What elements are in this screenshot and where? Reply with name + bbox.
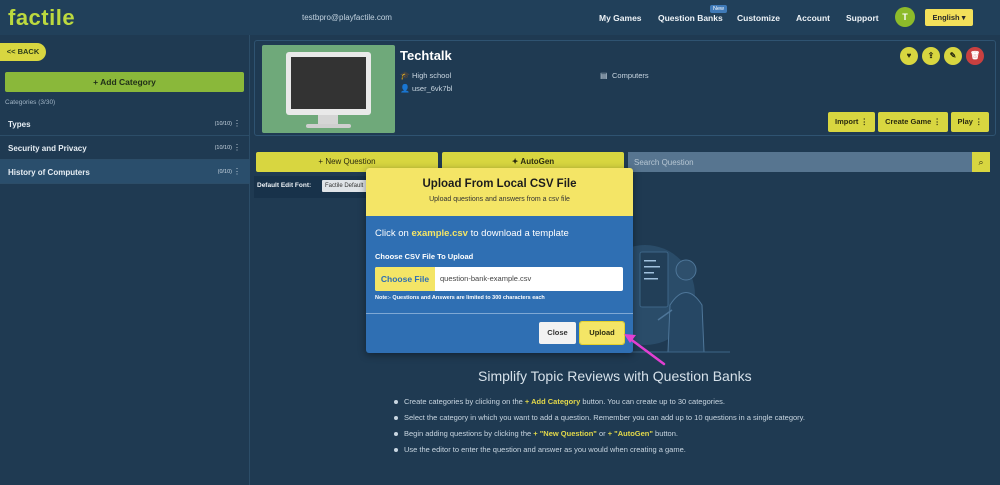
bank-subject: ▤ Computers [600,71,649,80]
user-email: testbpro@playfactile.com [302,13,392,22]
category-label: Security and Privacy [8,144,87,153]
back-button[interactable]: << BACK [0,43,46,61]
sidebar-item-security-and-privacy[interactable]: Security and Privacy (10/10) ⋮ [0,136,250,160]
search-question-input[interactable] [628,152,972,172]
upload-button[interactable]: Upload [579,321,625,345]
nav-my-games[interactable]: My Games [599,13,642,23]
default-font-select[interactable]: Factile Default [322,180,368,192]
import-button[interactable]: Import ⋮ [828,112,875,132]
file-input[interactable]: Choose File question-bank-example.csv [375,267,623,291]
autogen-label: AutoGen [520,157,555,166]
nav-account[interactable]: Account [796,13,830,23]
top-nav: factile testbpro@playfactile.com My Game… [0,0,1000,35]
delete-trash-icon[interactable]: 🗑 [966,47,984,65]
selected-file-name: question-bank-example.csv [440,274,532,283]
share-icon[interactable]: ⇪ [922,47,940,65]
import-label: Import [835,117,859,126]
empty-state-title: Simplify Topic Reviews with Question Ban… [478,368,752,384]
modal-subtitle: Upload questions and answers from a csv … [429,196,570,203]
template-info: Click on example.csv to download a templ… [375,228,569,239]
chevron-down-icon: ▾ [961,13,966,22]
book-icon: ▤ [600,71,608,80]
sidebar-item-history-of-computers[interactable]: History of Computers (0/10) ⋮ [0,160,250,184]
category-count: (0/10) [217,169,232,175]
play-button[interactable]: Play ⋮ [951,112,989,132]
subject-text: Computers [612,71,649,80]
category-label: History of Computers [8,168,90,177]
search-icon[interactable]: ⌕ [972,152,990,172]
level-text: High school [412,71,452,80]
create-game-button[interactable]: Create Game ⋮ [878,112,948,132]
modal-divider [366,313,633,314]
edit-icon[interactable]: ✎ [944,47,962,65]
add-category-button[interactable]: + Add Category [5,72,244,92]
modal-title: Upload From Local CSV File [422,178,577,190]
upload-csv-modal: Upload From Local CSV File Upload questi… [366,168,633,353]
language-select[interactable]: English ▾ [925,9,973,26]
tip-item: Select the category in which you want to… [392,410,892,426]
sidebar: << BACK + Add Category Categories (3/30)… [0,35,250,485]
nav-customize[interactable]: Customize [737,13,780,23]
tip-item: Begin adding questions by clicking the +… [392,426,892,442]
favorite-heart-icon[interactable]: ♥ [900,47,918,65]
tips-list: Create categories by clicking on the + A… [392,394,892,458]
tip-item: Use the editor to enter the question and… [392,442,892,458]
pointer-arrow-icon [624,334,666,366]
user-icon: 👤 [400,84,410,93]
kebab-menu-icon[interactable]: ⋮ [233,167,241,176]
choose-file-button[interactable]: Choose File [375,267,435,291]
create-game-label: Create Game [885,117,932,126]
question-bank-card: Techtalk 🎓 High school 👤 user_6vk7bl ▤ Comp… [254,40,996,136]
bank-level: 🎓 High school [400,71,451,80]
factile-logo[interactable]: factile [8,5,75,31]
kebab-menu-icon[interactable]: ⋮ [233,119,241,128]
categories-count: Categories (3/30) [5,99,56,106]
language-label: English [932,13,960,22]
character-limit-note: Note:- Questions and Answers are limited… [375,295,545,301]
bank-user: 👤 user_6vk7bl [400,84,452,93]
new-badge: New [710,5,728,13]
avatar[interactable]: T [895,7,915,27]
graduation-cap-icon: 🎓 [400,71,410,80]
monitor-icon [286,52,371,115]
nav-support[interactable]: Support [846,13,879,23]
nav-question-banks[interactable]: Question Banks [658,13,723,23]
kebab-menu-icon[interactable]: ⋮ [233,143,241,152]
magic-wand-icon: ✦ [511,157,519,166]
default-font-label: Default Edit Font: [257,182,312,189]
example-csv-link[interactable]: example.csv [411,228,468,239]
tip-item: Create categories by clicking on the + A… [392,394,892,410]
category-count: (10/10) [214,145,232,151]
close-button[interactable]: Close [539,322,576,344]
choose-file-label: Choose CSV File To Upload [375,252,474,261]
play-label: Play [957,117,973,126]
sidebar-item-types[interactable]: Types (10/10) ⋮ [0,112,250,136]
bank-thumbnail [262,45,395,133]
category-count: (10/10) [214,121,232,127]
category-label: Types [8,120,31,129]
modal-header: Upload From Local CSV File Upload questi… [366,168,633,216]
user-text: user_6vk7bl [412,84,453,93]
bank-title: Techtalk [400,48,452,63]
